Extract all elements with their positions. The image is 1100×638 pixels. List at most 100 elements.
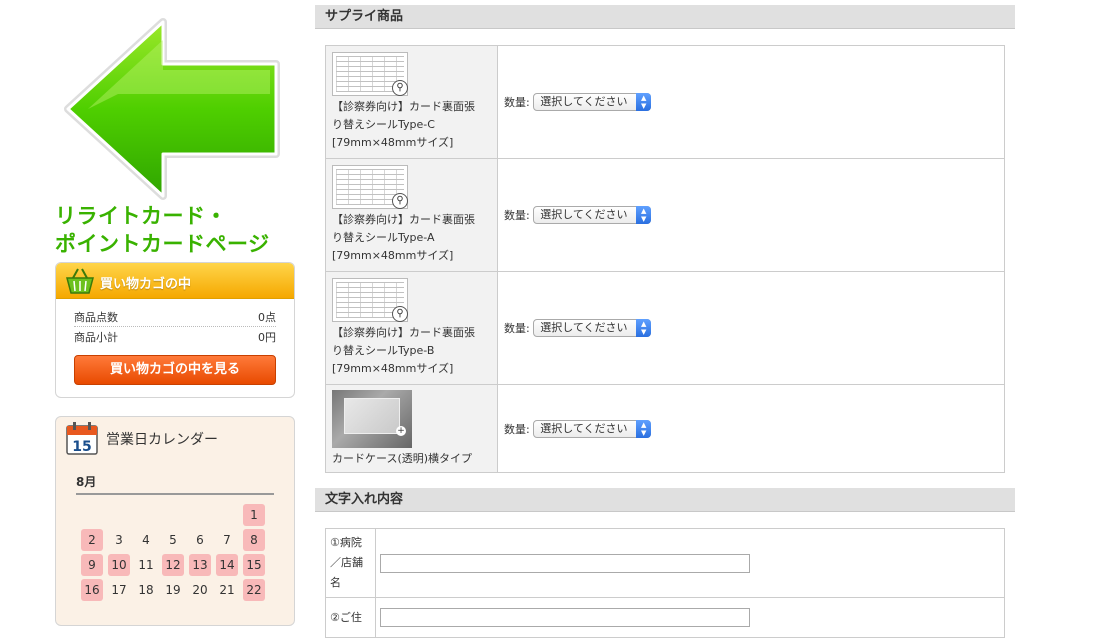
- zoom-plus-icon: +: [396, 425, 406, 436]
- calendar-day: 4: [142, 533, 150, 547]
- cart-title: 買い物カゴの中: [100, 277, 192, 292]
- calendar-day: 6: [196, 533, 204, 547]
- zoom-icon: ⚲: [392, 306, 408, 322]
- product-name-line1: 【診察券向け】カード裏面張: [332, 326, 475, 339]
- banner-title-line1: リライトカード・: [55, 204, 227, 228]
- hospital-store-name-input[interactable]: [380, 553, 750, 573]
- calendar-day: 20: [192, 583, 208, 597]
- banner-title-line2: ポイントカードページ: [55, 232, 270, 256]
- product-thumbnail[interactable]: ⚲: [332, 165, 408, 209]
- cart-summary: 買い物カゴの中 商品点数 0点 商品小計 0円 買い物カゴの中を見る: [55, 262, 295, 398]
- calendar-day: 2: [81, 529, 103, 551]
- product-thumbnail[interactable]: ⚲: [332, 52, 408, 96]
- business-calendar: 15 営業日カレンダー 8月 1 2 3 4 5 6 7 8 9 10 11 12 13 14 15 16 17…: [55, 416, 295, 626]
- quantity-select[interactable]: 選択してください ▲ ▼: [533, 419, 652, 438]
- product-info: + カードケース(透明)横タイプ: [325, 384, 498, 473]
- text-entry-row: ①病院／店舗名: [325, 528, 1005, 598]
- text-entry-input-cell: [375, 597, 1005, 638]
- product-row: ⚲ 【診察券向け】カード裏面張 り替えシールType-A [79mm×48mmサ…: [325, 158, 1005, 272]
- quantity-select-value: 選択してください: [540, 208, 628, 221]
- text-entry-table: ①病院／店舗名 ②ご住: [325, 528, 1005, 638]
- product-name-line1: カードケース(透明)横タイプ: [332, 451, 473, 465]
- calendar-month: 8月: [76, 473, 274, 495]
- sidebar: リライトカード・ ポイントカードページ 買い物カゴの中 商品点数 0点 商品小計…: [50, 0, 300, 626]
- cart-header: 買い物カゴの中: [56, 263, 294, 299]
- address-label: ②ご住: [325, 597, 376, 638]
- supply-products-heading: サプライ商品: [315, 5, 1015, 29]
- quantity-cell: 数量: 選択してください ▲ ▼: [497, 45, 1005, 159]
- quantity-select[interactable]: 選択してください ▲ ▼: [533, 319, 652, 337]
- product-thumbnail[interactable]: ⚲: [332, 278, 408, 322]
- select-arrows-icon: ▲ ▼: [636, 319, 652, 337]
- product-name-line1: 【診察券向け】カード裏面張: [332, 213, 475, 226]
- calendar-day: 18: [138, 583, 154, 597]
- cart-count-value: 0点: [258, 311, 276, 324]
- product-name-line2: り替えシールType-B: [332, 344, 435, 357]
- calendar-day: 19: [165, 583, 181, 597]
- zoom-icon: ⚲: [392, 80, 408, 96]
- quantity-select-value: 選択してください: [540, 95, 628, 108]
- address-input[interactable]: [380, 608, 750, 627]
- product-size: [79mm×48mmサイズ]: [332, 249, 454, 262]
- calendar-day: 5: [169, 533, 177, 547]
- quantity-label: 数量:: [504, 209, 530, 222]
- quantity-cell: 数量: 選択してください ▲ ▼: [497, 158, 1005, 272]
- product-info: ⚲ 【診察券向け】カード裏面張 り替えシールType-A [79mm×48mmサ…: [325, 158, 498, 272]
- text-entry-row: ②ご住: [325, 597, 1005, 638]
- text-entry-heading: 文字入れ内容: [315, 488, 1015, 512]
- calendar-day: 15: [243, 554, 265, 576]
- quantity-select[interactable]: 選択してください ▲ ▼: [533, 206, 652, 224]
- rewrite-card-banner-link[interactable]: [58, 14, 288, 204]
- banner-title[interactable]: リライトカード・ ポイントカードページ: [55, 202, 315, 258]
- hospital-store-name-label: ①病院／店舗名: [325, 528, 376, 598]
- product-size: [79mm×48mmサイズ]: [332, 136, 454, 149]
- calendar-day: 10: [108, 554, 130, 576]
- calendar-day: 22: [243, 579, 265, 601]
- quantity-select-value: 選択してください: [540, 421, 628, 435]
- product-name-line2: り替えシールType-A: [332, 231, 435, 244]
- product-name-line1: 【診察券向け】カード裏面張: [332, 100, 475, 113]
- shopping-basket-icon: [66, 268, 94, 294]
- quantity-cell: 数量: 選択してください ▲ ▼: [497, 384, 1005, 473]
- cart-row-subtotal: 商品小計 0円: [74, 329, 276, 347]
- product-name-line2: り替えシールType-C: [332, 118, 435, 131]
- cart-count-label: 商品点数: [74, 311, 118, 324]
- main-content: サプライ商品 ⚲ 【診察券向け】カード裏面張 り替えシールType-C [79m…: [315, 0, 1015, 638]
- quantity-label: 数量:: [504, 96, 530, 109]
- calendar-day: 13: [189, 554, 211, 576]
- product-info: ⚲ 【診察券向け】カード裏面張 り替えシールType-C [79mm×48mmサ…: [325, 45, 498, 159]
- select-arrows-icon: ▲ ▼: [636, 93, 652, 111]
- cart-subtotal-label: 商品小計: [74, 331, 118, 344]
- select-arrows-icon: ▲ ▼: [636, 206, 652, 224]
- text-entry-input-cell: [375, 528, 1005, 598]
- select-arrows-icon: ▲ ▼: [636, 419, 652, 438]
- calendar-day: 21: [219, 583, 235, 597]
- quantity-label: 数量:: [504, 422, 530, 436]
- product-row: ⚲ 【診察券向け】カード裏面張 り替えシールType-B [79mm×48mmサ…: [325, 271, 1005, 385]
- calendar-title: 営業日カレンダー: [106, 432, 218, 448]
- quantity-select[interactable]: 選択してください ▲ ▼: [533, 93, 652, 111]
- supply-products-table: ⚲ 【診察券向け】カード裏面張 り替えシールType-C [79mm×48mmサ…: [325, 45, 1005, 473]
- calendar-icon: 15: [66, 422, 98, 455]
- product-row: ⚲ 【診察券向け】カード裏面張 り替えシールType-C [79mm×48mmサ…: [325, 45, 1005, 159]
- calendar-day: 16: [81, 579, 103, 601]
- calendar-day: 1: [243, 504, 265, 526]
- product-photo[interactable]: +: [332, 389, 412, 448]
- cart-row-count: 商品点数 0点: [74, 309, 276, 327]
- calendar-day: 9: [81, 554, 103, 576]
- product-row: + カードケース(透明)横タイプ 数量: 選択してください ▲ ▼: [325, 384, 1005, 473]
- quantity-select-value: 選択してください: [540, 321, 628, 334]
- cart-subtotal-value: 0円: [258, 331, 276, 344]
- quantity-label: 数量:: [504, 322, 530, 335]
- calendar-icon-day: 15: [72, 439, 91, 455]
- product-size: [79mm×48mmサイズ]: [332, 362, 454, 375]
- product-info: ⚲ 【診察券向け】カード裏面張 り替えシールType-B [79mm×48mmサ…: [325, 271, 498, 385]
- zoom-icon: ⚲: [392, 193, 408, 209]
- view-cart-button[interactable]: 買い物カゴの中を見る: [74, 355, 276, 385]
- calendar-day: 12: [162, 554, 184, 576]
- calendar-day: 3: [115, 533, 123, 547]
- calendar-day: 17: [111, 583, 127, 597]
- calendar-day: 14: [216, 554, 238, 576]
- calendar-day: 11: [138, 558, 154, 572]
- calendar-day: 7: [223, 533, 231, 547]
